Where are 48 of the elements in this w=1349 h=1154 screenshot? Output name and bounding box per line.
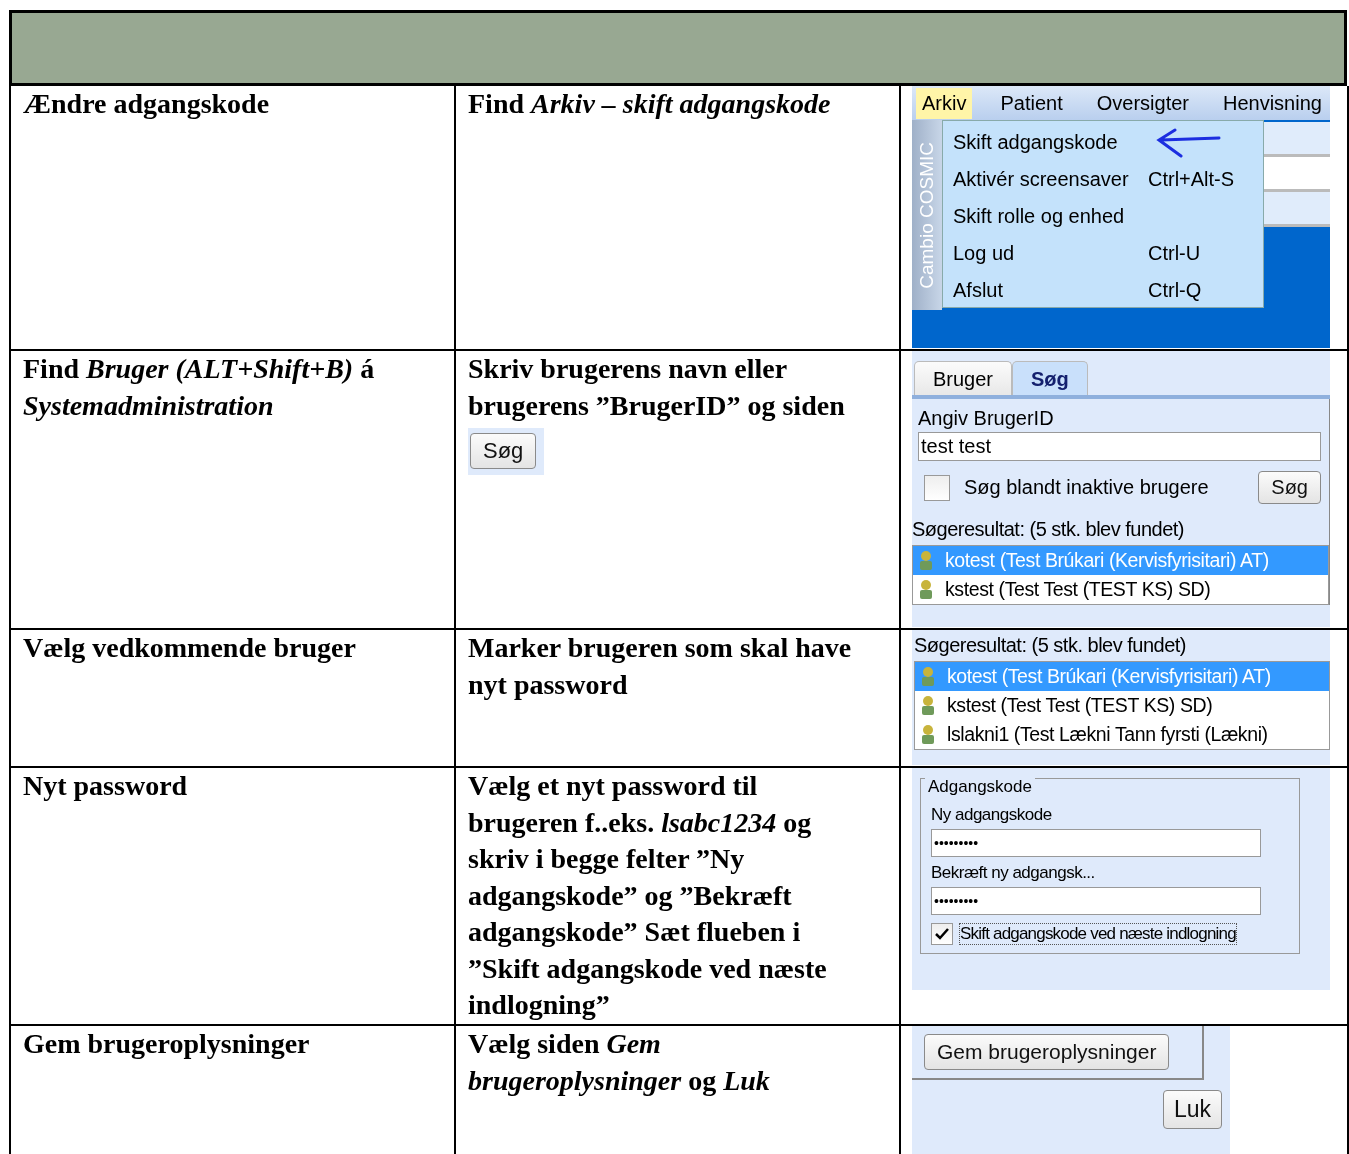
results-label: Søgeresultat: (5 stk. blev fundet) <box>912 517 1186 542</box>
menu-item[interactable]: Skift rolle og enhed <box>943 198 1263 235</box>
search-button[interactable]: Søg <box>1258 471 1321 504</box>
menu-bar-item[interactable]: Patient <box>994 87 1069 119</box>
menu-bar-item[interactable]: Oversigter <box>1090 87 1195 119</box>
save-button[interactable]: Gem brugeroplysninger <box>924 1034 1170 1070</box>
tab[interactable]: Søg <box>1012 361 1088 395</box>
group-label: Adgangskode <box>925 777 1035 797</box>
user-list-item[interactable]: lslakni1 (Test Lækni Tann fyrsti (Lækni) <box>915 720 1329 749</box>
menu-item[interactable]: Afslut Ctrl-Q <box>943 272 1263 309</box>
step-instruction: Skriv brugerens navn eller brugerens ”BrugerID” og siden <box>468 352 846 423</box>
step-title: Gem brugeroplysninger <box>23 1027 311 1061</box>
menu-bar-item[interactable]: Henvisning <box>1216 87 1328 119</box>
tab[interactable]: Bruger <box>914 361 1013 395</box>
search-button[interactable]: Søg <box>470 433 537 469</box>
user-icon <box>921 723 935 746</box>
user-icon <box>919 549 933 572</box>
step-title: Ændre adgangskode <box>23 87 271 121</box>
side-label: Cambio COSMIC <box>912 120 942 310</box>
user-icon <box>921 694 935 717</box>
step-title: Find Bruger (ALT+Shift+B) á Systemadministration <box>23 352 376 423</box>
password-field[interactable]: ••••••••• <box>931 887 1261 915</box>
user-icon <box>921 665 935 688</box>
step-title: Nyt password <box>23 769 189 803</box>
menu-item[interactable]: Log ud Ctrl-U <box>943 235 1263 272</box>
step-instruction: Marker brugeren som skal have nyt password <box>468 631 853 702</box>
step-instruction: Vælg et nyt password til brugeren f..eks. lsabc1234 og skriv i begge felter ”Ny adgangskode” og ”Bekræft adgangskode” Sæt flueben i ”Skift adgangskode ved næste indlogning” <box>468 769 828 1022</box>
checkbox-label: Søg blandt inaktive brugere <box>963 476 1210 499</box>
step-title: Vælg vedkommende bruger <box>23 631 357 665</box>
results-label: Søgeresultat: (5 stk. blev fundet) <box>914 633 1188 658</box>
field-label: Angiv BrugerID <box>917 407 1055 430</box>
menu-item[interactable]: Aktivér screensaver Ctrl+Alt-S <box>943 161 1263 198</box>
menu-bar-item[interactable]: Arkiv <box>916 87 973 119</box>
close-button[interactable]: Luk <box>1162 1090 1222 1129</box>
user-list-item[interactable]: kstest (Test Test (TEST KS) SD) <box>913 575 1328 604</box>
checkbox[interactable] <box>924 474 950 501</box>
field-label: Bekræft ny adgangsk... <box>931 863 1096 883</box>
user-list-item[interactable]: kstest (Test Test (TEST KS) SD) <box>915 691 1329 720</box>
checkmark-icon <box>935 928 949 940</box>
user-icon <box>919 578 933 601</box>
password-field[interactable]: ••••••••• <box>931 829 1261 857</box>
step-instruction: Find Arkiv – skift adgangskode <box>468 87 832 121</box>
checkbox[interactable] <box>931 923 953 945</box>
checkbox-label: Skift adgangskode ved næste indlogning <box>959 923 1237 945</box>
user-id-field[interactable]: test test <box>918 432 1321 461</box>
field-label: Ny adgangskode <box>931 805 1053 825</box>
menu-item[interactable]: Skift adgangskode <box>943 124 1263 161</box>
step-instruction: Vælg siden Gem brugeroplysninger og Luk <box>468 1027 771 1098</box>
